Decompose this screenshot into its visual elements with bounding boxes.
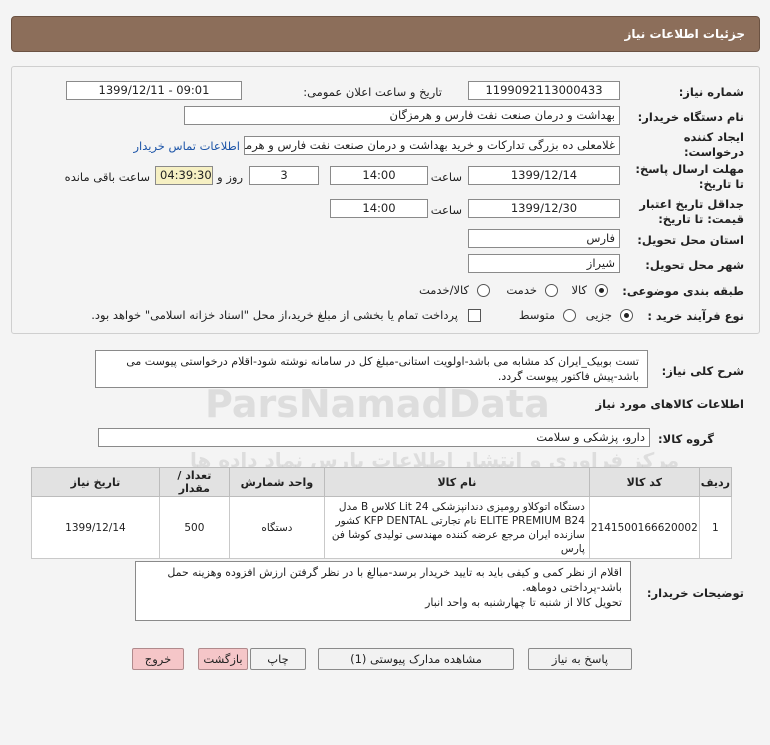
validity-time-label: ساعت [430, 203, 462, 217]
watermark-brand: ParsNamadData [205, 382, 550, 426]
deadline-date-field: 1399/12/14 [468, 166, 620, 185]
item-name-cell: دستگاه اتوکلاو رومیزی دندانپزشکی 24 Lit … [323, 496, 590, 559]
validity-time-field: 14:00 [330, 199, 428, 218]
item-date-cell: 1399/12/14 [31, 496, 160, 559]
exit-button[interactable]: خروج [132, 648, 184, 670]
announce-field: 1399/12/11 - 09:01 [66, 81, 242, 100]
remaining-time-field: 04:39:30 [155, 166, 213, 185]
process-radio-minor[interactable] [620, 309, 633, 322]
validity-date-field: 1399/12/30 [468, 199, 620, 218]
creator-label-2: درخواست: [683, 145, 744, 159]
process-label: نوع فرآیند خرید : [647, 309, 744, 323]
creator-label-1: ایجاد کننده [683, 130, 744, 144]
buyer-notes-textarea[interactable]: اقلام از نظر کمی و کیفی باید به تایید خر… [135, 561, 631, 621]
col-unit-header: واحد شمارش [228, 467, 325, 497]
deadline-label-2: تا تاریخ: [698, 177, 744, 191]
need-number-label: شماره نیاز: [678, 85, 744, 99]
validity-label-2: قیمت: تا تاریخ: [658, 212, 744, 226]
buyer-field: بهداشت و درمان صنعت نفت فارس و هرمزگان [184, 106, 620, 125]
view-attachments-button[interactable]: مشاهده مدارک پیوستی (1) [318, 648, 514, 670]
city-field: شیراز [468, 254, 620, 273]
goods-group-field: دارو، پزشکی و سلامت [98, 428, 650, 447]
process-option-minor: جزیی [585, 308, 612, 322]
buyer-label: نام دستگاه خریدار: [637, 110, 744, 124]
need-number-field: 1199092113000433 [468, 81, 620, 100]
back-button[interactable]: بازگشت [198, 648, 248, 670]
table-row: 1 2141500166620002 دستگاه اتوکلاو رومیزی… [31, 496, 733, 559]
process-radio-medium[interactable] [563, 309, 576, 322]
col-code-header: کد کالا [588, 467, 700, 497]
col-date-header: تاریخ نیاز [31, 467, 160, 497]
col-name-header: نام کالا [323, 467, 590, 497]
item-code-cell: 2141500166620002 [588, 496, 700, 559]
deadline-label-1: مهلت ارسال پاسخ: [635, 162, 744, 176]
page-header: جزئیات اطلاعات نیاز [11, 16, 760, 52]
remaining-label: ساعت باقی مانده [64, 170, 150, 184]
deadline-time-field: 14:00 [330, 166, 428, 185]
category-radio-service[interactable] [545, 284, 558, 297]
table-header-row: ردیف کد کالا نام کالا واحد شمارش تعداد /… [31, 467, 733, 497]
items-table: ردیف کد کالا نام کالا واحد شمارش تعداد /… [31, 467, 733, 559]
item-qty-cell: 500 [158, 496, 230, 559]
print-button[interactable]: چاپ [250, 648, 306, 670]
city-label: شهر محل تحویل: [645, 258, 744, 272]
buyer-notes-line-1: اقلام از نظر کمی و کیفی باید به تایید خر… [167, 566, 622, 594]
days-field: 3 [249, 166, 319, 185]
category-option-service: خدمت [506, 283, 537, 297]
province-field: فارس [468, 229, 620, 248]
category-radio-goods-service[interactable] [477, 284, 490, 297]
item-unit-cell: دستگاه [228, 496, 325, 559]
row-number-cell: 1 [698, 496, 733, 559]
description-label: شرح کلی نیاز: [661, 364, 744, 378]
category-label: طبقه بندی موضوعی: [622, 284, 744, 298]
province-label: استان محل تحویل: [637, 233, 744, 247]
goods-group-label: گروه کالا: [658, 432, 714, 446]
deadline-time-label: ساعت [430, 170, 462, 184]
col-row-header: ردیف [698, 467, 733, 497]
days-label: روز و [217, 170, 243, 184]
category-option-goods: کالا [571, 283, 587, 297]
buyer-notes-label: توضیحات خریدار: [646, 586, 744, 600]
page-title: جزئیات اطلاعات نیاز [624, 27, 745, 41]
description-textarea[interactable]: تست بوبیک_ایران کد مشابه می باشد-اولویت … [95, 350, 648, 388]
process-option-medium: متوسط [518, 308, 555, 322]
col-qty-header: تعداد / مقدار [158, 467, 230, 497]
category-radio-goods[interactable] [595, 284, 608, 297]
treasury-payment-note: پرداخت تمام یا بخشی از مبلغ خرید،از محل … [91, 308, 458, 322]
validity-label-1: جداقل تاریخ اعتبار [639, 197, 744, 211]
category-option-goods-service: کالا/خدمت [418, 283, 469, 297]
goods-info-title: اطلاعات کالاهای مورد نیاز [595, 397, 744, 411]
creator-field: غلامعلی ده بزرگی تدارکات و خرید بهداشت و… [244, 136, 620, 155]
treasury-payment-checkbox[interactable] [468, 309, 481, 322]
contact-buyer-link[interactable]: اطلاعات تماس خریدار [133, 139, 240, 153]
buyer-notes-line-2: تحویل کالا از شنبه تا چهارشنبه به واحد ا… [425, 596, 622, 609]
reply-button[interactable]: پاسخ به نیاز [528, 648, 632, 670]
announce-label: تاریخ و ساعت اعلان عمومی: [303, 85, 442, 99]
